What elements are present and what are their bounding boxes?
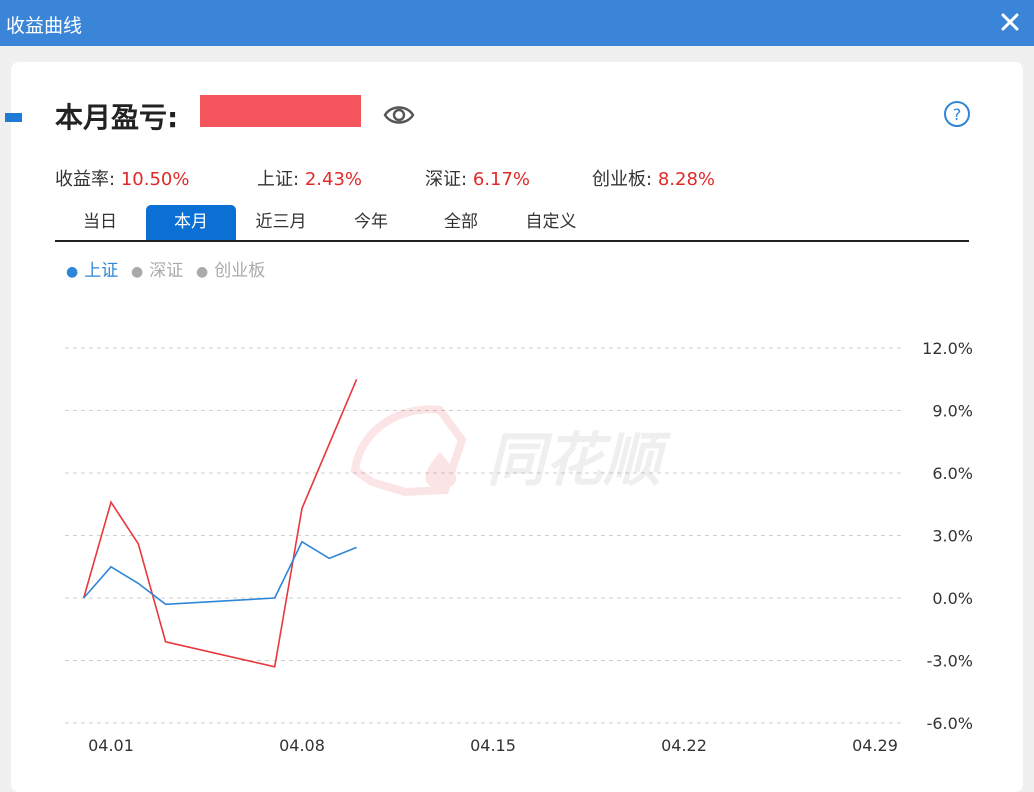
- y-tick-label: 9.0%: [932, 402, 973, 421]
- x-tick-label: 04.29: [852, 736, 898, 755]
- y-tick-label: -3.0%: [927, 652, 973, 671]
- return-chart: 同花顺 12.0% 9.0% 6.0% 3.0% 0.0% -3.0% -6.0% 04.0…: [65, 339, 973, 755]
- series-line-return: [82, 378, 358, 668]
- watermark-text: 同花顺: [487, 426, 672, 494]
- x-axis: 04.01 04.08 04.15 04.22 04.29: [88, 736, 898, 755]
- y-tick-label: -6.0%: [927, 714, 973, 733]
- y-tick-label: 3.0%: [932, 527, 973, 546]
- watermark: 同花顺: [350, 405, 672, 497]
- x-tick-label: 04.22: [661, 736, 707, 755]
- x-tick-label: 04.08: [279, 736, 325, 755]
- chart-grid: [65, 347, 905, 724]
- series-line-shanghai: [83, 540, 357, 606]
- y-tick-label: 0.0%: [932, 589, 973, 608]
- y-axis: 12.0% 9.0% 6.0% 3.0% 0.0% -3.0% -6.0%: [922, 339, 973, 733]
- chart-series: [82, 378, 358, 668]
- y-tick-label: 12.0%: [922, 339, 973, 358]
- y-tick-label: 6.0%: [932, 464, 973, 483]
- x-tick-label: 04.15: [470, 736, 516, 755]
- x-tick-label: 04.01: [88, 736, 134, 755]
